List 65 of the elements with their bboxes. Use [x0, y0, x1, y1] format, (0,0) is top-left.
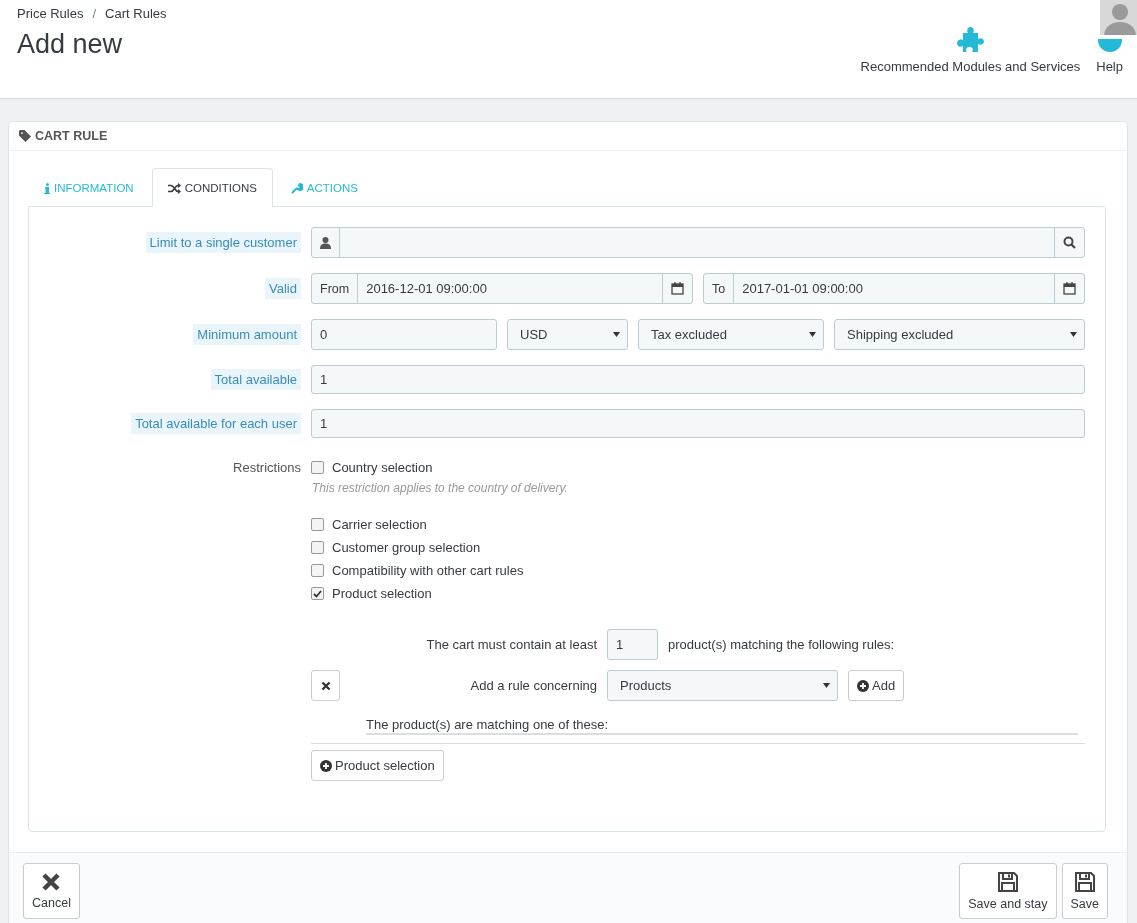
- checkbox[interactable]: [311, 564, 324, 577]
- checkbox[interactable]: [311, 461, 324, 474]
- text-field[interactable]: 1: [311, 409, 1085, 438]
- calendar-icon[interactable]: [671, 282, 684, 295]
- field-label: Limit to a single customer: [145, 232, 301, 253]
- checkbox-label[interactable]: Compatibility with other cart rules: [332, 563, 524, 578]
- shuffle-icon: [167, 182, 181, 194]
- tab[interactable]: CONDITIONS: [151, 168, 273, 207]
- breadcrumb-link[interactable]: Price Rules: [17, 6, 84, 21]
- caret-icon: [809, 332, 816, 337]
- save-button[interactable]: Save and stay: [959, 863, 1057, 919]
- date-field[interactable]: To 2017-01-01 09:00:00: [703, 273, 1085, 304]
- checkbox-label[interactable]: Carrier selection: [332, 517, 427, 532]
- date-field[interactable]: From 2016-12-01 09:00:00: [311, 273, 693, 304]
- select-field[interactable]: Tax excluded: [638, 319, 824, 350]
- checkbox-label[interactable]: Product selection: [332, 586, 432, 601]
- save-button[interactable]: Save: [1061, 863, 1108, 919]
- text-field[interactable]: 1: [311, 365, 1085, 394]
- breadcrumb-link[interactable]: Cart Rules: [105, 6, 167, 21]
- toolbar-button[interactable]: Help: [1096, 39, 1123, 74]
- rule-text: Add a rule concerning: [469, 678, 597, 693]
- avatar[interactable]: [1100, 0, 1137, 35]
- amount-field[interactable]: 0: [311, 319, 497, 350]
- checkbox[interactable]: [311, 541, 324, 554]
- add-button[interactable]: Add: [848, 670, 905, 701]
- field-label: Valid: [265, 278, 301, 299]
- search-icon[interactable]: [1063, 236, 1076, 249]
- caret-icon: [1070, 332, 1077, 337]
- help-icon: [1096, 39, 1123, 53]
- customer-search-field[interactable]: [311, 227, 1085, 258]
- checkbox-label[interactable]: Customer group selection: [332, 540, 481, 555]
- plus-circle-icon: [857, 679, 869, 692]
- rule-text: The cart must contain at least: [425, 637, 597, 652]
- wrench-icon: [290, 182, 303, 194]
- tag-icon: [19, 130, 31, 142]
- panel-title: CART RULE: [35, 129, 108, 143]
- cancel-button[interactable]: Cancel: [23, 863, 80, 919]
- field-label: Total available: [210, 369, 301, 390]
- close-icon: [41, 872, 62, 892]
- select-field[interactable]: USD: [507, 319, 628, 350]
- field-label: Restrictions: [233, 460, 301, 475]
- quantity-field[interactable]: 1: [607, 629, 658, 660]
- field-label: Total available for each user: [131, 413, 301, 434]
- checkbox[interactable]: [311, 587, 324, 600]
- close-icon: [320, 680, 331, 691]
- select-field[interactable]: Shipping excluded: [834, 319, 1085, 350]
- puzzle-icon: [955, 27, 986, 53]
- rule-select[interactable]: Products: [607, 670, 838, 701]
- rule-text: product(s) matching the following rules:: [668, 637, 895, 652]
- field-label: Minimum amount: [193, 324, 301, 345]
- breadcrumb-separator: /: [92, 6, 97, 21]
- matching-text: The product(s) are matching one of these:: [366, 717, 1078, 735]
- checkbox-label[interactable]: Country selection: [332, 460, 433, 475]
- user-icon: [320, 236, 331, 249]
- remove-button[interactable]: [311, 670, 340, 701]
- calendar-icon[interactable]: [1063, 282, 1076, 295]
- product-selection-button[interactable]: Product selection: [311, 750, 444, 781]
- plus-circle-icon: [320, 759, 332, 772]
- toolbar-button[interactable]: Recommended Modules and Services: [860, 27, 1081, 74]
- page-title: Add new: [17, 29, 124, 60]
- help-text: This restriction applies to the country of delivery.: [312, 481, 569, 495]
- caret-icon: [823, 683, 830, 688]
- info-icon: [44, 182, 50, 194]
- caret-icon: [613, 332, 620, 337]
- checkbox[interactable]: [311, 518, 324, 531]
